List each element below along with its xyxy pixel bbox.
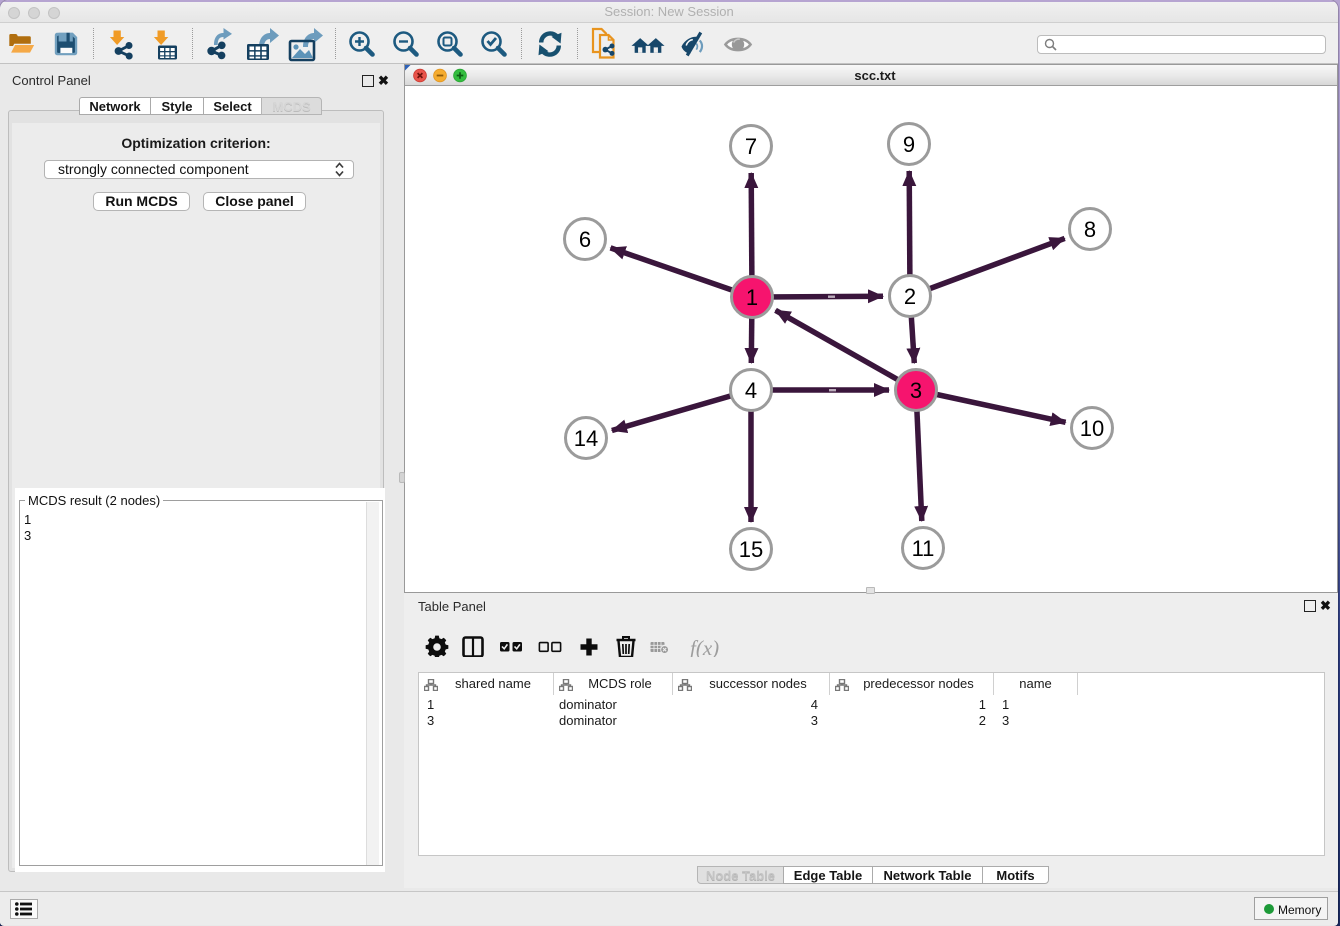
svg-text:6: 6 <box>579 227 591 252</box>
svg-text:11: 11 <box>912 536 935 561</box>
svg-text:15: 15 <box>739 537 763 562</box>
svg-text:3: 3 <box>910 378 922 403</box>
svg-text:4: 4 <box>745 378 757 403</box>
svg-text:10: 10 <box>1080 416 1104 441</box>
svg-text:2: 2 <box>904 284 916 309</box>
svg-text:7: 7 <box>745 134 757 159</box>
svg-text:f(x): f(x) <box>690 636 719 657</box>
svg-text:14: 14 <box>574 426 598 451</box>
svg-text:1: 1 <box>746 285 758 310</box>
svg-text:9: 9 <box>903 132 915 157</box>
svg-text:8: 8 <box>1084 217 1096 242</box>
